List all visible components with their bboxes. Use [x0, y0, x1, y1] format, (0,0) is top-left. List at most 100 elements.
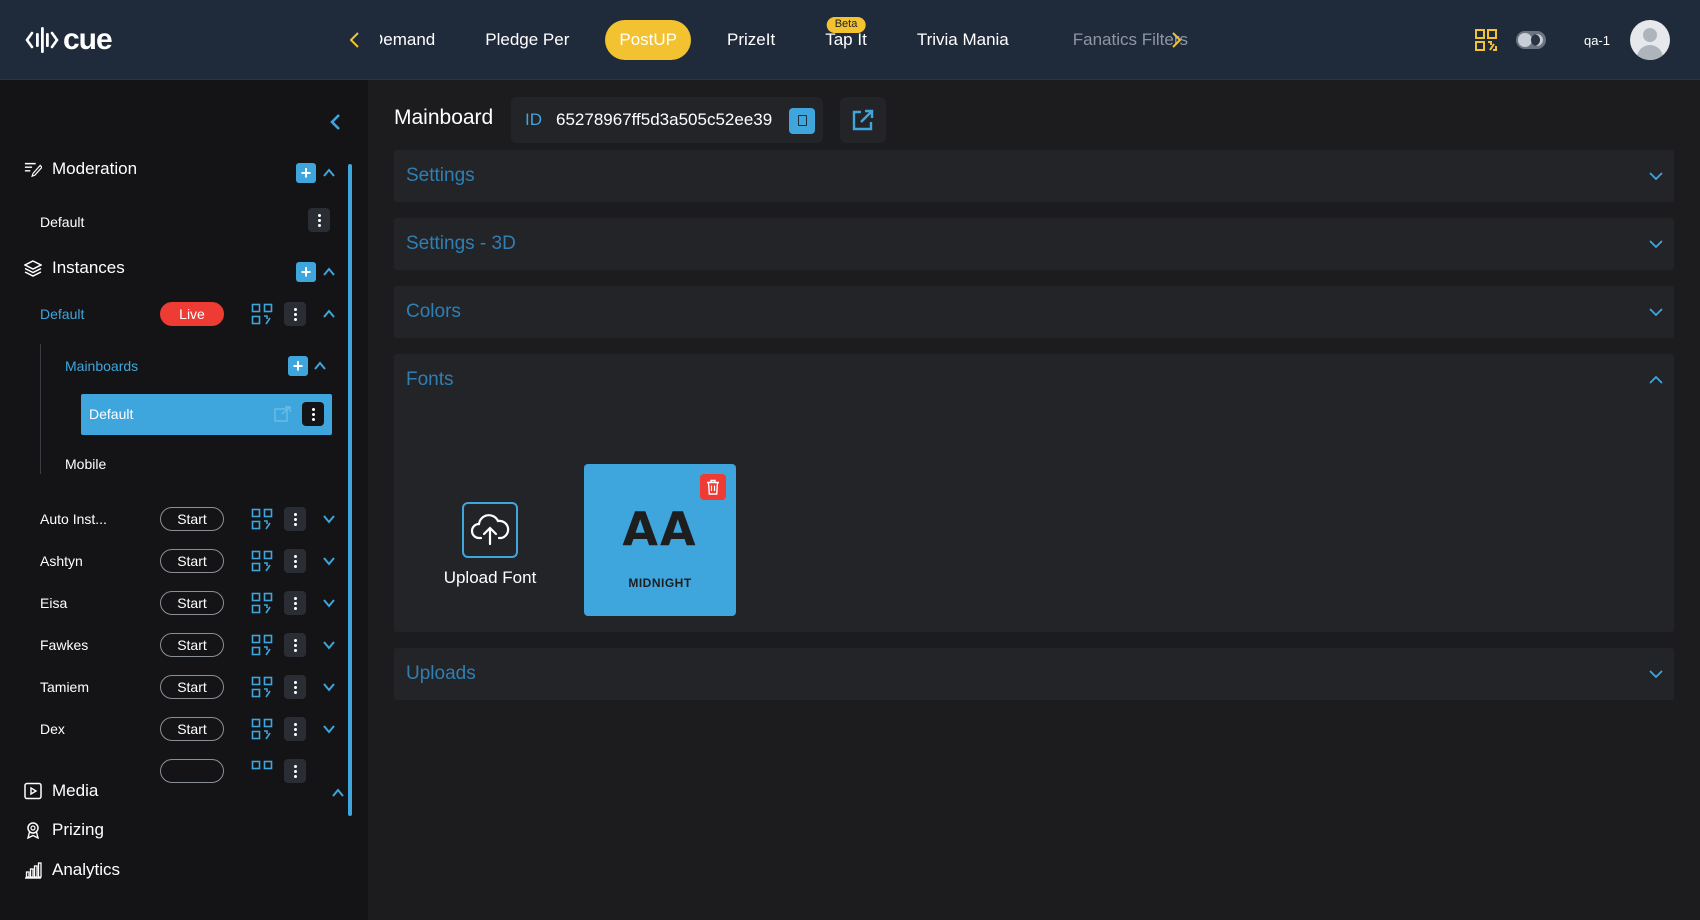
chevron-down-icon[interactable] — [322, 638, 336, 652]
chevron-down-icon — [1649, 240, 1663, 249]
qr-code-icon[interactable] — [1474, 28, 1498, 52]
sidebar-section-media[interactable]: Media — [24, 781, 98, 801]
mainboard-default-menu-button[interactable] — [302, 402, 324, 426]
qr-code-icon[interactable] — [251, 676, 273, 698]
open-external-button[interactable] — [840, 97, 886, 143]
id-label: ID — [525, 110, 542, 129]
chevron-up-icon[interactable] — [331, 786, 345, 800]
start-button[interactable]: Start — [160, 549, 224, 573]
panel-uploads: Uploads — [394, 648, 1674, 700]
start-button-partial[interactable] — [160, 759, 224, 783]
analytics-label: Analytics — [52, 860, 121, 879]
tab-postup[interactable]: PostUP — [605, 20, 692, 60]
panel-colors: Colors — [394, 286, 1674, 338]
copy-id-button[interactable] — [789, 108, 815, 134]
chevron-down-icon[interactable] — [322, 722, 336, 736]
moderation-icon — [24, 162, 42, 178]
start-button[interactable]: Start — [160, 633, 224, 657]
instance-default-menu-button[interactable] — [284, 302, 306, 326]
tabs-prev-arrow[interactable] — [345, 28, 365, 52]
tab-demand[interactable]: Demand — [380, 20, 449, 60]
panel-colors-header[interactable]: Colors — [394, 286, 1674, 338]
mainboards-label[interactable]: Mainboards — [65, 358, 138, 374]
chevron-down-icon[interactable] — [322, 554, 336, 568]
panel-settings-header[interactable]: Settings — [394, 150, 1674, 202]
chevron-up-icon[interactable] — [322, 166, 336, 180]
qr-code-icon[interactable] — [251, 592, 273, 614]
chevron-right-icon — [1172, 32, 1182, 48]
delete-font-button[interactable] — [700, 474, 726, 500]
add-mainboard-button[interactable]: + — [288, 356, 308, 376]
upload-font-label: Upload Font — [443, 568, 537, 587]
chevron-left-icon — [330, 114, 340, 130]
moderation-item-default[interactable]: Default — [40, 214, 84, 230]
panel-fonts-header[interactable]: Fonts — [394, 354, 1674, 406]
sidebar-collapse-button[interactable] — [326, 110, 346, 134]
chevron-up-icon[interactable] — [313, 359, 327, 373]
qr-code-icon[interactable] — [251, 303, 273, 325]
tab-tap-it[interactable]: Tap It Beta — [811, 17, 881, 60]
top-right-controls: qa-1 — [1474, 20, 1670, 60]
instance-fawkes[interactable]: Fawkes — [40, 637, 88, 653]
sidebar-scrollbar[interactable] — [348, 164, 352, 816]
external-link-icon[interactable] — [274, 406, 292, 422]
instance-tamiem[interactable]: Tamiem — [40, 679, 89, 695]
qr-code-icon[interactable] — [251, 718, 273, 740]
upload-font-button[interactable]: Upload Font — [430, 502, 550, 588]
instance-menu-button[interactable] — [284, 591, 306, 615]
mainboard-item-mobile[interactable]: Mobile — [65, 456, 106, 472]
cloud-upload-icon — [462, 502, 518, 558]
app-logo[interactable]: cue — [25, 22, 113, 58]
chevron-down-icon[interactable] — [322, 596, 336, 610]
qr-code-icon[interactable] — [251, 508, 273, 530]
panel-settings-title: Settings — [406, 165, 475, 186]
instance-eisa[interactable]: Eisa — [40, 595, 67, 611]
external-link-icon — [852, 109, 874, 131]
chevron-down-icon[interactable] — [322, 680, 336, 694]
panel-fonts-title: Fonts — [406, 369, 454, 390]
live-status-badge[interactable]: Live — [160, 302, 224, 326]
tab-prizeit[interactable]: PrizeIt — [713, 20, 789, 60]
sidebar-section-prizing[interactable]: Prizing — [24, 820, 104, 840]
instance-dex[interactable]: Dex — [40, 721, 65, 737]
theme-toggle[interactable] — [1515, 31, 1546, 49]
start-button[interactable]: Start — [160, 591, 224, 615]
add-instance-button[interactable]: + — [296, 262, 316, 282]
instance-menu-button[interactable] — [284, 675, 306, 699]
instance-menu-button[interactable] — [284, 507, 306, 531]
sidebar-section-analytics[interactable]: Analytics — [24, 860, 120, 880]
instance-default[interactable]: Default — [40, 306, 84, 322]
font-card-midnight[interactable]: AA MIDNIGHT — [584, 464, 736, 616]
start-button[interactable]: Start — [160, 675, 224, 699]
moderation-label: Moderation — [52, 159, 138, 178]
tab-pledge-per[interactable]: Pledge Per — [471, 20, 583, 60]
qr-code-icon[interactable] — [251, 634, 273, 656]
start-button[interactable]: Start — [160, 507, 224, 531]
sidebar: Moderation + Default Instances + Default… — [0, 80, 368, 920]
chevron-down-icon[interactable] — [322, 512, 336, 526]
moderation-default-menu-button[interactable] — [308, 208, 330, 232]
tab-trivia-mania[interactable]: Trivia Mania — [903, 20, 1023, 60]
instance-auto-inst[interactable]: Auto Inst... — [40, 511, 107, 527]
trash-icon — [707, 479, 719, 495]
sidebar-section-instances[interactable]: Instances — [24, 258, 125, 278]
chevron-up-icon — [1649, 375, 1663, 384]
add-moderation-button[interactable]: + — [296, 163, 316, 183]
main-content: Mainboard ID 65278967ff5d3a505c52ee39 Se… — [368, 80, 1700, 920]
instance-menu-button[interactable] — [284, 633, 306, 657]
qr-code-icon[interactable] — [251, 550, 273, 572]
instance-menu-button[interactable] — [284, 759, 306, 783]
instance-menu-button[interactable] — [284, 717, 306, 741]
qr-code-icon[interactable] — [251, 760, 273, 782]
chevron-up-icon[interactable] — [322, 307, 336, 321]
avatar[interactable] — [1630, 20, 1670, 60]
panel-settings-3d-header[interactable]: Settings - 3D — [394, 218, 1674, 270]
instance-menu-button[interactable] — [284, 549, 306, 573]
sidebar-section-moderation[interactable]: Moderation — [24, 159, 137, 179]
panel-uploads-header[interactable]: Uploads — [394, 648, 1674, 700]
tabs-next-arrow[interactable] — [1166, 28, 1186, 52]
instance-ashtyn[interactable]: Ashtyn — [40, 553, 83, 569]
chevron-up-icon[interactable] — [322, 265, 336, 279]
start-button[interactable]: Start — [160, 717, 224, 741]
mainboard-item-default[interactable]: Default — [89, 406, 133, 422]
